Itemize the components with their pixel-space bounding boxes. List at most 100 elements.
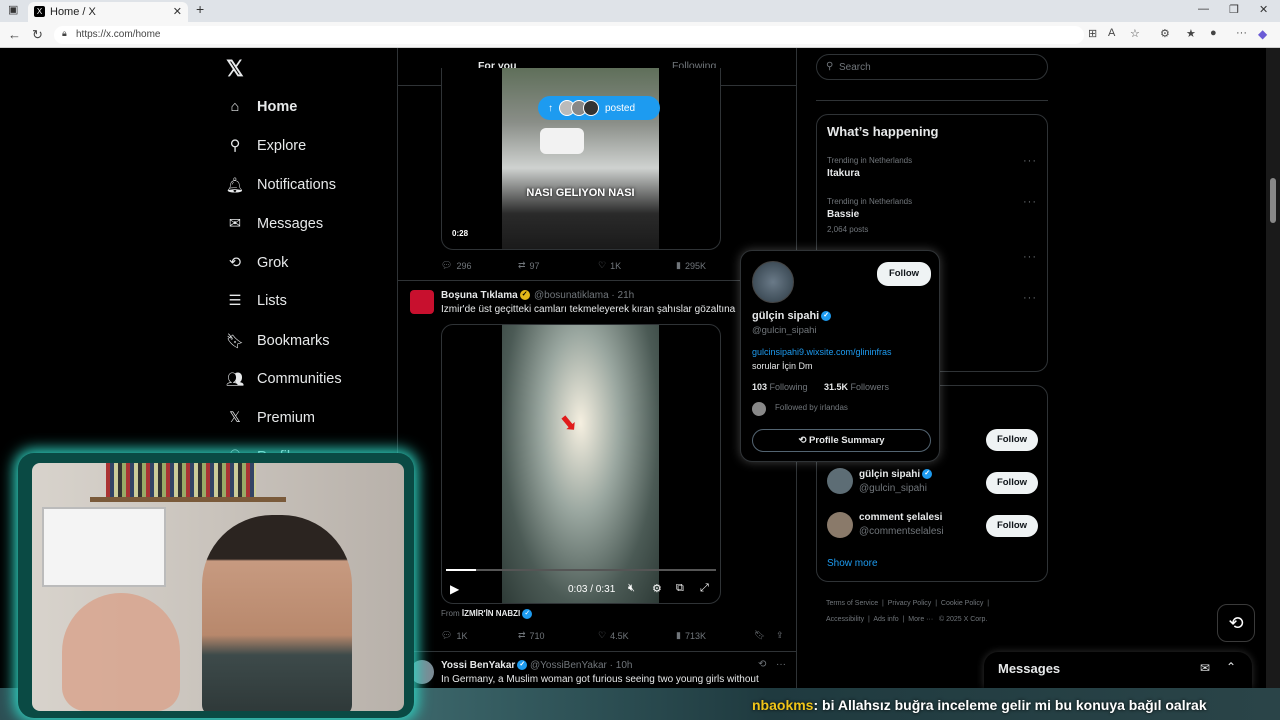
followers-stat[interactable]: 31.5K Followers [824,382,889,392]
views-button[interactable]: ▮ 713K [676,630,706,641]
repost-button[interactable]: ⇄ 97 [518,260,540,271]
copilot-icon[interactable]: ◆ [1258,27,1267,41]
browser-tab[interactable]: X Home / X ✕ [28,2,188,22]
tweet-author[interactable]: Yossi BenYakar ✓ [441,660,528,671]
reply-button[interactable]: 💬︎ 1K [441,630,467,641]
more-menu-icon[interactable]: ··· [1236,27,1247,39]
nav-item-explore[interactable]: ⚲ Explore [226,133,306,159]
nav-item-label: Explore [257,138,307,154]
settings-icon[interactable]: ⚙ [652,582,662,595]
volume-icon[interactable]: 🔇︎ [628,582,635,595]
new-tab-icon[interactable]: + [196,1,204,17]
tweet-handle[interactable]: @bosunatiklama · 21h [534,290,634,301]
nav-item-grok[interactable]: ⟲ Grok [226,250,289,276]
footer-more[interactable]: More ··· [908,616,933,623]
pip-icon[interactable]: ⧉ [676,582,684,595]
bookmark-button[interactable]: 🔖︎ [754,630,765,641]
timeline: For you Following NASI GELIYON NASI 0:28… [397,48,797,688]
avatar[interactable] [410,290,434,314]
read-aloud-icon[interactable]: A [1108,27,1115,39]
back-icon[interactable]: ← [8,27,21,42]
follow-button[interactable]: Follow [986,429,1038,451]
fullscreen-icon[interactable]: ⤢ [700,582,709,595]
nav-item-messages[interactable]: ✉ Messages [226,211,323,237]
more-icon[interactable]: ··· [776,659,786,670]
avatar[interactable] [827,468,853,494]
follow-suggestion-name[interactable]: gülçin sipahi ✓ [859,469,933,480]
heart-icon: ♡ [598,630,607,640]
video-progress-track[interactable] [446,569,716,571]
tweet-author[interactable]: Boşuna Tıklama ✓ [441,290,530,301]
repost-count: 710 [529,630,545,641]
views-button[interactable]: ▮ 295K [676,260,706,271]
close-window-icon[interactable]: ✕ [1259,3,1268,16]
footer-privacy[interactable]: Privacy Policy [888,600,932,607]
verified-icon: ✓ [522,609,533,619]
more-icon[interactable]: ··· [1023,196,1037,208]
like-button[interactable]: ♡ 4.5K [598,630,629,641]
more-icon[interactable]: ··· [1023,155,1037,167]
grok-floating-button[interactable]: ⟲ [1217,604,1255,642]
apps-icon[interactable]: ⊞ [1088,27,1097,40]
from-source[interactable]: From İZMİR'İN NABZI ✓ [441,609,533,619]
tab-actions-icon[interactable]: ▣ [8,3,18,16]
followed-by[interactable]: Followed by irlandas [775,403,848,412]
nav-item-notifications[interactable]: 🔔︎ Notifications [226,172,336,198]
hovercard-name[interactable]: gülçin sipahi ✓ [752,310,832,322]
webcam-overlay [18,453,414,718]
page-scrollbar[interactable] [1266,48,1280,688]
repost-button[interactable]: ⇄ 710 [518,630,545,641]
minimize-icon[interactable]: — [1198,3,1209,15]
grok-icon: ⟲ [1228,612,1244,633]
profile-icon[interactable]: ● [1210,27,1217,39]
reload-icon[interactable]: ↻ [32,27,43,43]
nav-item-home[interactable]: ⌂ Home [226,94,298,120]
new-posts-pill[interactable]: ↑ posted [538,96,660,120]
x-logo-icon[interactable]: 𝕏 [226,56,244,82]
messages-drawer[interactable]: Messages ✉ ⌃ [984,652,1252,688]
from-name: İZMİR'İN NABZI [461,609,521,619]
trend-title[interactable]: Itakura [827,168,860,179]
nav-item-communities[interactable]: 👥︎ Communities [226,366,342,392]
following-stat[interactable]: 103 Following [752,382,808,392]
grok-icon: ⟲ [798,435,807,446]
scrollbar-thumb[interactable] [1270,178,1276,223]
favorite-star-icon[interactable]: ☆ [1130,27,1140,40]
share-button[interactable]: ⇪ [776,630,784,641]
grok-icon[interactable]: ⟲ [758,659,766,670]
footer-terms[interactable]: Terms of Service [826,600,878,607]
play-icon[interactable]: ▶ [450,582,459,596]
like-button[interactable]: ♡ 1K [598,260,621,271]
avatar[interactable] [827,512,853,538]
extensions-icon[interactable]: ⚙ [1160,27,1170,40]
more-icon[interactable]: ··· [1023,292,1037,304]
hovercard-avatar[interactable] [752,261,794,303]
show-more-link[interactable]: Show more [827,558,878,569]
tweet-handle[interactable]: @YossiBenYakar · 10h [530,660,632,671]
follow-button[interactable]: Follow [986,472,1038,494]
nav-item-bookmarks[interactable]: 🔖︎ Bookmarks [226,328,330,354]
person-image [202,515,352,711]
restore-icon[interactable]: ❐ [1229,3,1239,16]
search-input[interactable]: ⚲ Search [816,54,1048,80]
follow-button[interactable]: Follow [877,262,931,286]
close-tab-icon[interactable]: ✕ [173,5,182,18]
suggestion-name[interactable]: comment şelalesi [859,512,942,523]
favorites-icon[interactable]: ★ [1186,27,1196,40]
tweet-video[interactable]: ⬇ ▶ 0:03 / 0:31 🔇︎ ⚙ ⧉ ⤢ [441,324,721,604]
trend-title[interactable]: Bassie [827,209,859,220]
footer-accessibility[interactable]: Accessibility [826,616,864,623]
reply-button[interactable]: 💬︎ 296 [441,260,471,271]
follow-button[interactable]: Follow [986,515,1038,537]
nav-item-lists[interactable]: ☰ Lists [226,288,287,314]
chevron-up-icon[interactable]: ⌃ [1226,660,1236,674]
profile-summary-button[interactable]: ⟲ Profile Summary [752,429,931,452]
address-bar[interactable]: 🔒︎ https://x.com/home [54,26,1084,44]
profile-link[interactable]: gulcinsipahi9.wixsite.com/glininfras [752,347,892,357]
footer-cookie[interactable]: Cookie Policy [941,600,983,607]
new-message-icon[interactable]: ✉ [1200,661,1210,675]
nav-item-premium[interactable]: 𝕏 Premium [226,405,315,431]
reply-count: 1K [456,630,468,641]
footer-ads[interactable]: Ads info [873,616,898,623]
more-icon[interactable]: ··· [1023,251,1037,263]
